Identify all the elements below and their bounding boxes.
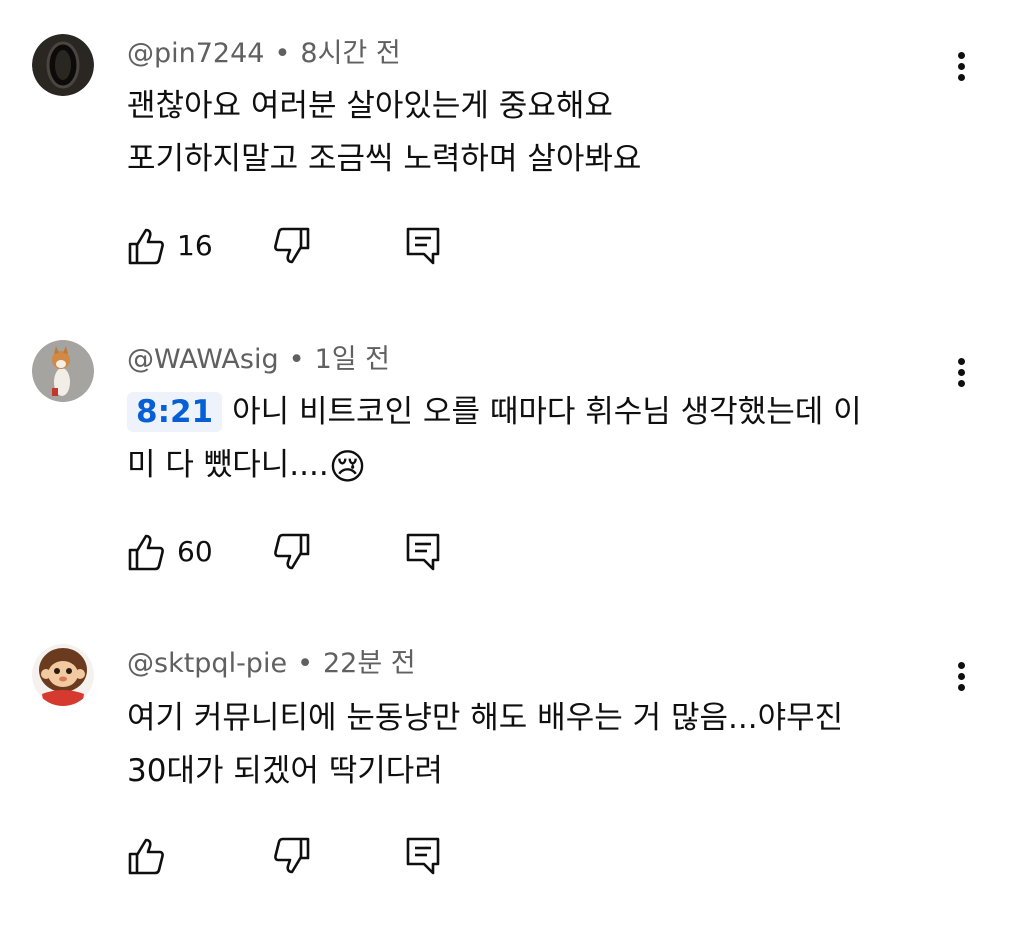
author-handle[interactable]: @pin7244 (127, 38, 264, 69)
thumbs-up-icon (128, 228, 164, 265)
comment-line: 30대가 되겠어 딱기다려 (127, 753, 443, 789)
comment-line: 괜찮아요 여러분 살아있는게 중요해요 (127, 88, 613, 124)
dislike-button[interactable] (273, 532, 313, 572)
comment-meta: @pin7244 • 8시간 전 (127, 36, 401, 72)
meta-separator: • (297, 648, 313, 679)
author-handle[interactable]: @WAWAsig (127, 344, 279, 375)
crying-face-emoji: 😢 (328, 447, 367, 488)
comment-thread-1: @pin7244 • 8시간 전 괜찮아요 여러분 살아있는게 중요해요 포기하지말… (0, 0, 1024, 300)
shiba-dog-avatar-icon (32, 340, 94, 402)
comment-line-text: 미 다 뺐다니.... (127, 447, 329, 483)
ring-avatar-icon (32, 34, 94, 96)
comment-actions: 16 (127, 226, 457, 266)
comment-time[interactable]: 1일 전 (315, 344, 390, 375)
avatar[interactable] (32, 644, 94, 706)
comment-line-text: 아니 비트코인 오를 때마다 휘수님 생각했는데 이 (232, 394, 862, 430)
like-count: 16 (177, 229, 213, 262)
author-handle[interactable]: @sktpql-pie (127, 648, 287, 679)
comment-line: 미 다 뺐다니....😢 (127, 439, 927, 494)
comment-actions (127, 836, 457, 876)
thumbs-down-icon (274, 227, 310, 264)
more-options-button[interactable] (950, 656, 974, 696)
comment-text: 여기 커뮤니티에 눈동냥만 해도 배우는 거 많음...야무진 30대가 되겠어… (127, 692, 927, 798)
comment-time[interactable]: 8시간 전 (300, 38, 400, 69)
avatar[interactable] (32, 340, 94, 402)
like-button[interactable]: 16 (127, 226, 227, 266)
comment-line: 8:21 아니 비트코인 오를 때마다 휘수님 생각했는데 이 (127, 386, 927, 439)
comment-text: 괜찮아요 여러분 살아있는게 중요해요 포기하지말고 조금씩 노력하며 살아봐요 (127, 80, 927, 186)
comment-thread-3: @sktpql-pie • 22분 전 여기 커뮤니티에 눈동냥만 해도 배우는 거… (0, 612, 1024, 912)
comment-line: 여기 커뮤니티에 눈동냥만 해도 배우는 거 많음...야무진 (127, 700, 844, 736)
reply-button[interactable] (405, 226, 445, 266)
avatar[interactable] (32, 34, 94, 96)
reply-icon (406, 533, 440, 571)
reply-button[interactable] (405, 532, 445, 572)
thumbs-down-icon (274, 837, 310, 874)
comment-line: 포기하지말고 조금씩 노력하며 살아봐요 (127, 141, 642, 177)
thumbs-up-icon (128, 534, 164, 571)
dislike-button[interactable] (273, 836, 313, 876)
comment-time[interactable]: 22분 전 (323, 648, 416, 679)
thumbs-up-icon (128, 838, 164, 875)
dislike-button[interactable] (273, 226, 313, 266)
video-timestamp-link[interactable]: 8:21 (127, 392, 223, 432)
comment-thread-2: @WAWAsig • 1일 전 8:21 아니 비트코인 오를 때마다 휘수님 생각했… (0, 306, 1024, 606)
meta-separator: • (274, 38, 291, 69)
thumbs-down-icon (274, 533, 310, 570)
like-count: 60 (177, 535, 213, 568)
more-options-button[interactable] (950, 46, 974, 86)
reply-icon (406, 227, 440, 265)
monchhichi-avatar-icon (32, 644, 94, 706)
more-options-button[interactable] (950, 352, 974, 392)
comment-meta: @sktpql-pie • 22분 전 (127, 646, 416, 682)
comment-actions: 60 (127, 532, 457, 572)
like-button[interactable]: 60 (127, 532, 227, 572)
reply-icon (406, 837, 440, 875)
comment-meta: @WAWAsig • 1일 전 (127, 342, 390, 378)
meta-separator: • (288, 344, 305, 375)
comment-text: 8:21 아니 비트코인 오를 때마다 휘수님 생각했는데 이 미 다 뺐다니..… (127, 386, 927, 494)
reply-button[interactable] (405, 836, 445, 876)
like-button[interactable] (127, 836, 227, 876)
